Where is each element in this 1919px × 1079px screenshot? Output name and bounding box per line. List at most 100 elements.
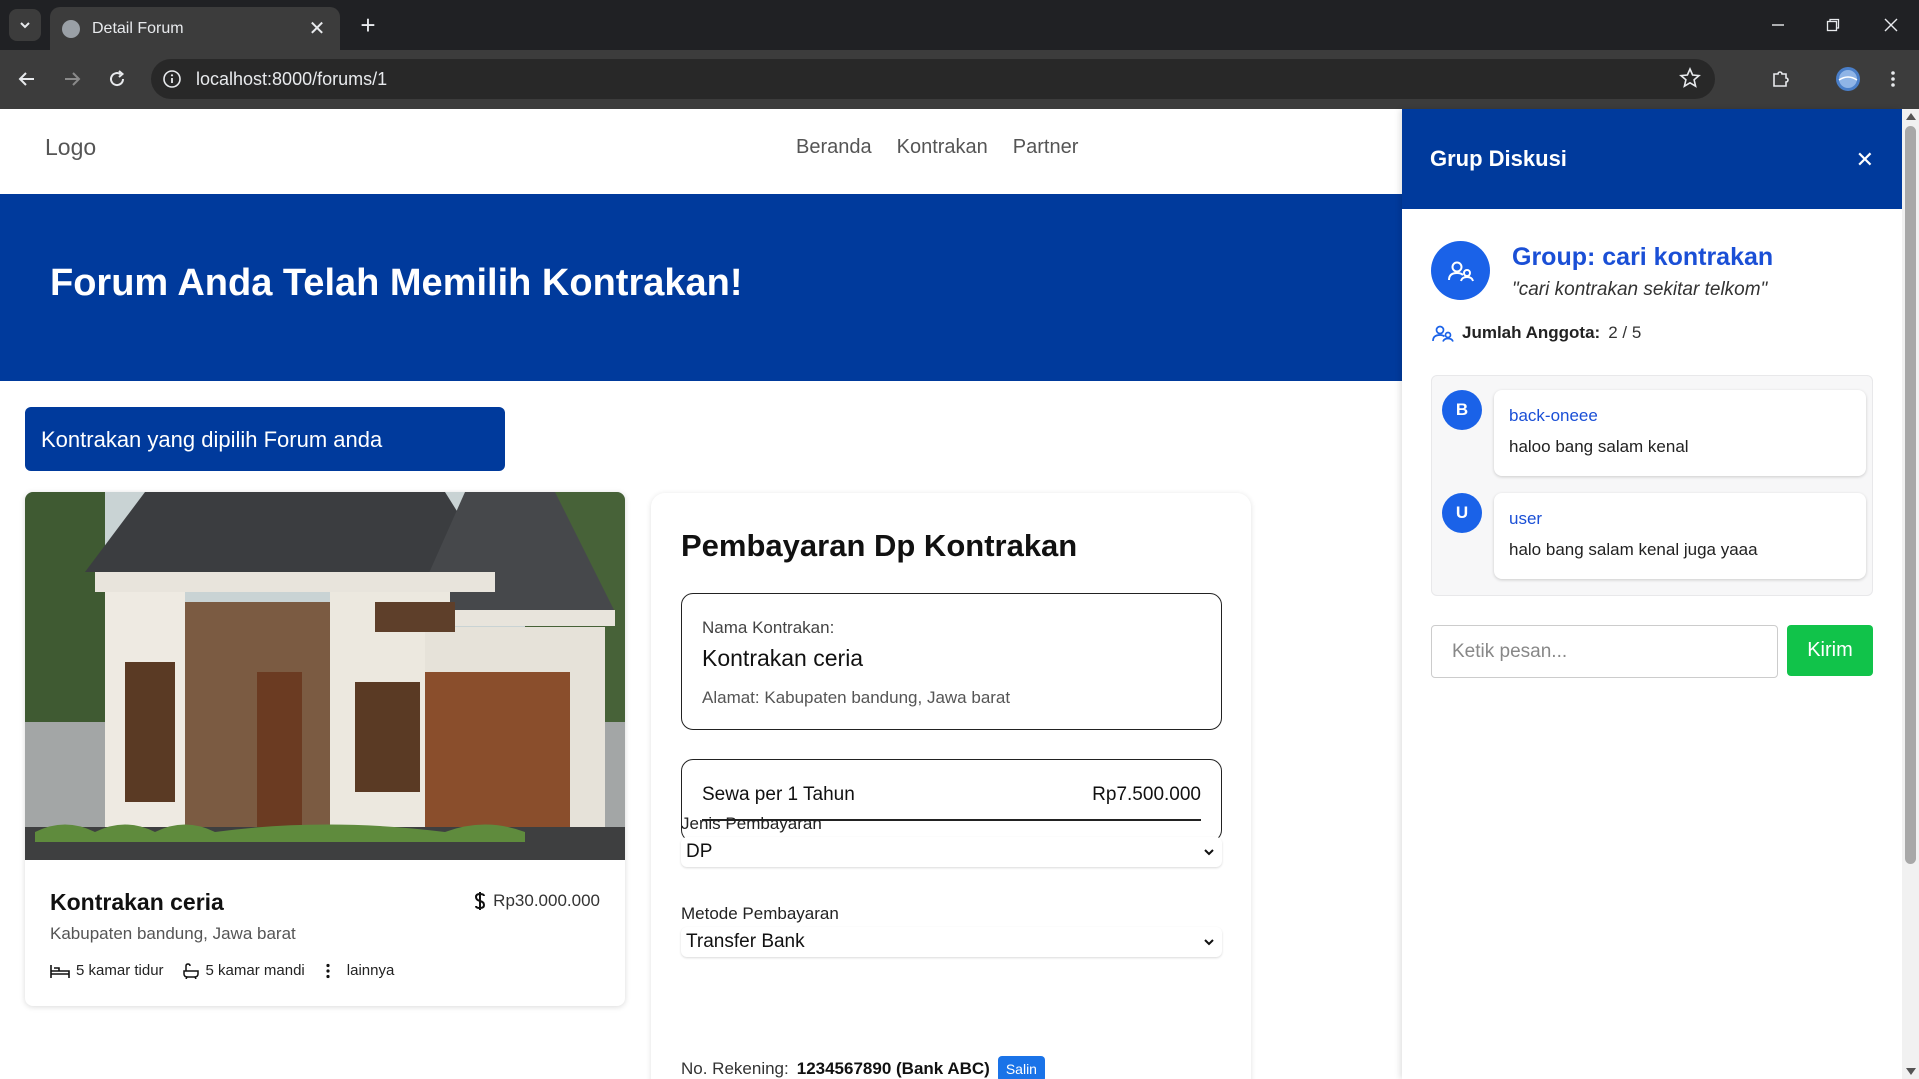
reload-icon [110,70,125,87]
site-info-icon[interactable] [161,68,183,90]
message-bubble: back-oneee haloo bang salam kenal [1494,390,1866,476]
profile-avatar[interactable] [1831,62,1865,96]
bed-icon [50,964,70,978]
arrow-left-icon [18,72,34,86]
payment-method-value: Transfer Bank [686,931,805,952]
hero-title: Forum Anda Telah Memilih Kontrakan! [50,262,743,304]
close-window-button[interactable] [1871,7,1911,43]
payment-method-select[interactable]: Transfer Bank [681,927,1222,957]
discussion-panel: Grup Diskusi ✕ Group: cari kontrakan "ca… [1402,109,1902,1079]
listing-title: Kontrakan ceria [50,889,224,915]
chat-message-input[interactable] [1431,625,1778,678]
section-heading: Kontrakan yang dipilih Forum anda [25,407,505,471]
browser-tabbar: Detail Forum ✕ + [0,0,1919,50]
site-navbar: Logo Beranda Kontrakan Partner [0,109,1402,194]
chevron-down-icon [1204,939,1214,946]
copy-account-button[interactable]: Salin [997,1056,1045,1079]
address-bar[interactable]: localhost:8000/forums/1 [151,59,1715,99]
member-count-label: Jumlah Anggota: [1462,323,1601,342]
arrow-right-icon [65,72,81,86]
listing-features: 5 kamar tidur 5 kamar mandi lainnya [50,962,394,979]
site-logo[interactable]: Logo [45,134,96,161]
message-avatar: U [1442,493,1482,533]
listing-address: Kabupaten bandung, Jawa barat [50,924,296,943]
globe-icon [62,19,80,38]
feature-bathrooms: 5 kamar mandi [182,962,305,979]
scrollbar-thumb[interactable] [1905,126,1916,864]
new-tab-button[interactable]: + [352,9,384,41]
kontrakan-name-value: Kontrakan ceria [702,645,864,671]
minimize-button[interactable] [1758,7,1798,43]
bookmark-star-icon[interactable] [1679,66,1701,94]
more-vertical-icon [326,963,330,978]
group-avatar [1431,241,1490,300]
member-count-value: 2 / 5 [1608,323,1642,342]
page-scrollbar[interactable] [1902,109,1919,1079]
payment-type-label: Jenis Pembayaran [681,814,822,833]
nav-link-beranda[interactable]: Beranda [796,136,872,159]
payment-card: Pembayaran Dp Kontrakan Nama Kontrakan: … [651,493,1251,1079]
page-content: Logo Beranda Kontrakan Partner Forum And… [0,109,1402,1079]
reload-button[interactable] [100,62,134,96]
listing-price: Rp30.000.000 [473,891,600,911]
nav-link-kontrakan[interactable]: Kontrakan [897,136,988,159]
payment-type-select[interactable]: DP [681,837,1222,867]
feature-bathrooms-label: 5 kamar mandi [205,962,305,979]
send-message-button[interactable]: Kirim [1787,625,1873,676]
browser-menu-button[interactable] [1876,62,1910,96]
nav-links: Beranda Kontrakan Partner [796,136,1078,159]
forward-button[interactable] [55,62,89,96]
group-name: Group: cari kontrakan [1512,243,1774,271]
feature-bedrooms-label: 5 kamar tidur [76,962,164,979]
feature-bedrooms: 5 kamar tidur [50,962,164,979]
scroll-down-arrow-icon[interactable] [1906,1068,1916,1075]
browser-tab-active[interactable]: Detail Forum ✕ [50,7,340,50]
member-count: Jumlah Anggota: 2 / 5 [1432,323,1641,343]
account-label: No. Rekening: [681,1059,789,1078]
rent-label: Sewa per 1 Tahun [702,784,855,805]
back-button[interactable] [10,62,44,96]
message-username: user [1509,509,1543,528]
panel-close-button[interactable]: ✕ [1856,147,1874,173]
browser-toolbar: localhost:8000/forums/1 [0,50,1919,109]
kontrakan-address: Alamat: Kabupaten bandung, Jawa barat [702,688,1011,707]
hero-banner: Forum Anda Telah Memilih Kontrakan! [0,194,1402,381]
chat-messages[interactable]: B back-oneee haloo bang salam kenal U us… [1431,375,1873,596]
tab-title: Detail Forum [92,19,184,37]
message-bubble: user halo bang salam kenal juga yaaa [1494,493,1866,579]
restore-button[interactable] [1813,7,1853,43]
listing-price-value: Rp30.000.000 [493,891,600,910]
kontrakan-info-box: Nama Kontrakan: Kontrakan ceria Alamat: … [681,593,1222,730]
payment-title: Pembayaran Dp Kontrakan [681,528,1078,563]
extensions-button[interactable] [1764,62,1798,96]
tab-close-button[interactable]: ✕ [306,16,328,41]
users-icon [1432,325,1454,342]
kontrakan-name-label: Nama Kontrakan: [702,618,835,637]
close-icon [1884,18,1898,32]
message-avatar: B [1442,390,1482,430]
profile-icon [1836,67,1860,91]
message-text: haloo bang salam kenal [1509,437,1689,456]
url-text: localhost:8000/forums/1 [196,69,388,89]
minimize-icon [1772,24,1784,26]
chevron-down-icon [20,22,30,29]
rent-value: Rp7.500.000 [1092,784,1201,805]
panel-header: Grup Diskusi ✕ [1402,109,1902,209]
puzzle-icon [1773,71,1789,87]
nav-link-partner[interactable]: Partner [1013,136,1079,159]
panel-title: Grup Diskusi [1430,146,1567,171]
chevron-down-icon [1204,849,1214,856]
bath-icon [182,962,199,979]
dollar-icon [475,892,486,910]
scroll-up-arrow-icon[interactable] [1906,113,1916,120]
message-text: halo bang salam kenal juga yaaa [1509,540,1758,559]
message-username: back-oneee [1509,406,1598,425]
users-icon [1447,261,1474,281]
group-description: "cari kontrakan sekitar telkom" [1512,279,1768,300]
feature-more[interactable]: lainnya [323,962,394,979]
listing-card[interactable]: Kontrakan ceria Rp30.000.000 Kabupaten b… [25,492,625,1006]
tab-search-menu-button[interactable] [9,9,41,41]
account-number-row: No. Rekening: 1234567890 (Bank ABC) Sali… [681,1056,1045,1079]
payment-method-label: Metode Pembayaran [681,904,839,923]
restore-icon [1826,18,1840,32]
